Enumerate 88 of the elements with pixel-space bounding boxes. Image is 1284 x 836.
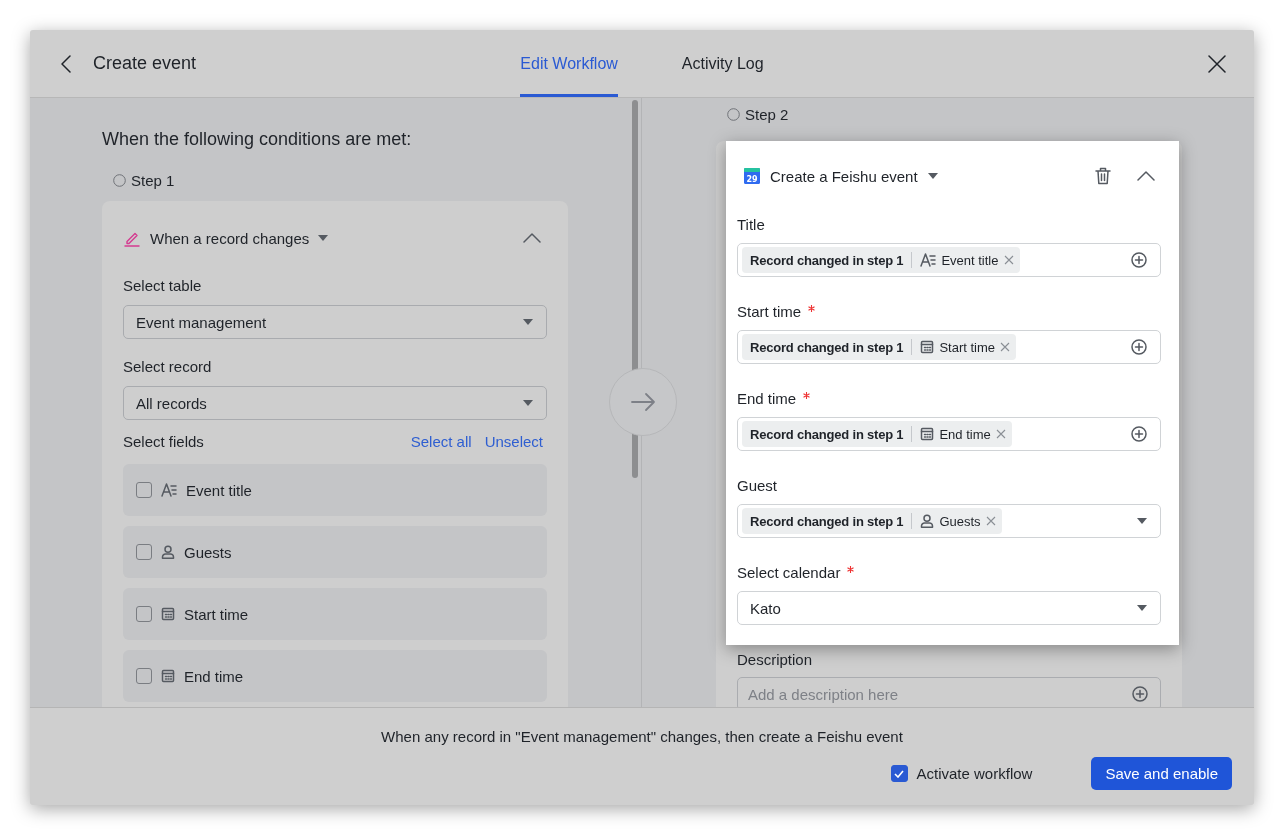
option-label: End time [184,667,244,685]
text-field-icon [161,483,177,497]
save-button[interactable]: Save and enable [1091,757,1232,790]
field-label: Guest [737,477,778,494]
checkbox[interactable] [136,482,152,498]
field-option[interactable]: Event title [123,464,547,516]
trigger-title[interactable]: When a record changes [150,229,310,247]
back-icon[interactable] [61,54,71,73]
check-icon [894,769,904,778]
token-field[interactable]: Record changed in step 1 Event title [737,243,1161,277]
add-icon[interactable] [1131,252,1147,268]
step-circle-icon [113,174,126,187]
remove-icon[interactable] [1003,255,1014,265]
field-label: Start time [737,303,802,320]
field-label: End time [737,390,797,407]
token-field-name: End time [939,426,991,442]
caret-icon [1137,605,1147,611]
checkbox[interactable] [890,765,908,782]
calendar-icon [161,669,175,683]
token-field-name: Start time [939,339,996,355]
token-source: Record changed in step 1 [750,426,904,442]
select-field[interactable]: Kato [737,591,1161,625]
token-field[interactable]: Record changed in step 1 End time [737,417,1161,451]
token-source: Record changed in step 1 [750,513,904,529]
calendar-icon [161,607,175,621]
action-title[interactable]: Create a Feishu event [770,167,918,185]
field-token[interactable]: Record changed in step 1 End time [742,421,1012,447]
step-label: Step 2 [745,106,789,123]
field-token[interactable]: Record changed in step 1 Start time [742,334,1017,360]
field-option[interactable]: End time [123,650,547,702]
token-field[interactable]: Record changed in step 1 Start time [737,330,1161,364]
person-icon [920,514,935,528]
field-label: Select record [123,358,213,375]
text-field-icon [920,253,937,267]
field-token[interactable]: Record changed in step 1 Event title [742,247,1020,273]
checkbox-label: Activate workflow [916,765,1033,782]
workflow-summary: When any record in "Event management" changes, then create a Feishu event [380,728,904,745]
field-label: Select calendar [737,564,841,581]
caret-icon [1137,518,1147,524]
field-label: Select fields [123,433,204,450]
token-source: Record changed in step 1 [750,252,904,268]
field-option[interactable]: Start time [123,588,547,640]
step-label: Step 1 [131,172,175,189]
description-field[interactable]: Add a description here [737,677,1161,707]
caret-icon [318,235,329,241]
field-option[interactable]: Guests [123,526,547,578]
caret-icon [523,400,533,406]
add-icon[interactable] [1132,686,1148,702]
field-label: Title [737,216,765,233]
option-label: Event title [186,481,252,499]
token-source: Record changed in step 1 [750,339,904,355]
close-icon[interactable] [1208,54,1226,73]
link[interactable]: Select all [410,433,472,450]
person-icon [161,545,175,559]
chevron-up-icon[interactable] [523,233,541,243]
select-field[interactable]: Event management [123,305,547,339]
option-label: Guests [184,543,232,561]
select-value: Event management [136,313,267,331]
trash-icon[interactable] [1095,167,1111,185]
token-field[interactable]: Record changed in step 1 Guests [737,504,1161,538]
field-label: Description [737,651,814,668]
remove-icon[interactable] [985,516,996,526]
dialog-title: Create event [93,53,197,74]
calendar-icon [920,427,935,441]
calendar-app-icon: 29 [744,168,760,184]
link[interactable]: Unselect [484,433,543,450]
section-heading: When the following conditions are met: [102,129,413,150]
caret-icon [927,173,938,179]
add-icon[interactable] [1131,426,1147,442]
checkbox[interactable] [136,606,152,622]
calendar-icon [920,340,935,354]
select-field[interactable]: All records [123,386,547,420]
select-value: All records [136,394,207,412]
step-circle-icon [727,108,740,121]
chevron-up-icon[interactable] [1137,171,1155,181]
checkbox[interactable] [136,544,152,560]
token-field-name: Guests [939,513,981,529]
caret-icon [523,319,533,325]
checkbox[interactable] [136,668,152,684]
tab[interactable]: Activity Log [681,30,764,97]
select-value: Kato [750,599,781,617]
remove-icon[interactable] [995,429,1006,439]
add-icon[interactable] [1131,339,1147,355]
token-field-name: Event title [941,252,999,268]
field-label: Select table [123,277,203,294]
field-token[interactable]: Record changed in step 1 Guests [742,508,1002,534]
option-label: Start time [184,605,249,623]
remove-icon[interactable] [1000,342,1011,352]
